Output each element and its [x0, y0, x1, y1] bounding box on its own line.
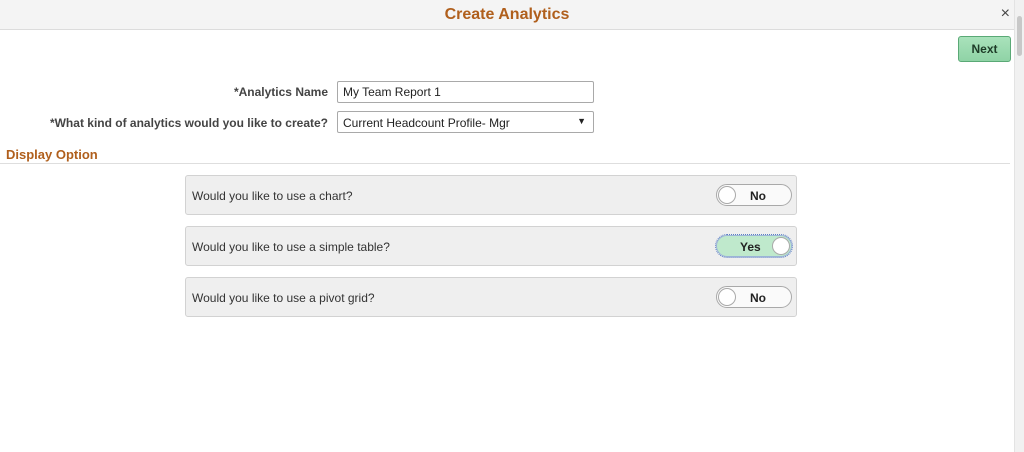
scrollbar-thumb[interactable]: [1017, 16, 1022, 56]
toggle-state: Yes: [740, 240, 761, 254]
dialog-title: Create Analytics: [444, 6, 570, 23]
chevron-down-icon: ▼: [577, 116, 586, 126]
toggle-state: No: [750, 291, 766, 305]
analytics-kind-label: *What kind of analytics would you like t…: [49, 116, 328, 130]
close-icon[interactable]: ×: [1001, 6, 1010, 22]
toggle-knob: [772, 237, 790, 255]
option-label-chart: Would you like to use a chart?: [192, 189, 353, 203]
analytics-name-input[interactable]: [337, 81, 594, 103]
section-divider: [0, 163, 1010, 164]
analytics-kind-select[interactable]: Current Headcount Profile- Mgr ▼: [337, 111, 594, 133]
toggle-state: No: [750, 189, 766, 203]
dialog-header: Create Analytics ×: [0, 0, 1014, 30]
option-row-simple-table: Would you like to use a simple table? Ye…: [185, 226, 797, 266]
section-title-display-option: Display Option: [6, 147, 98, 162]
next-button[interactable]: Next: [958, 36, 1011, 62]
option-row-chart: Would you like to use a chart? No: [185, 175, 797, 215]
simple-table-toggle[interactable]: Yes: [715, 234, 793, 258]
option-row-pivot-grid: Would you like to use a pivot grid? No: [185, 277, 797, 317]
pivot-grid-toggle[interactable]: No: [716, 286, 792, 308]
toggle-knob: [718, 288, 736, 306]
toggle-knob: [718, 186, 736, 204]
chart-toggle[interactable]: No: [716, 184, 792, 206]
analytics-kind-value: Current Headcount Profile- Mgr: [343, 116, 510, 130]
option-label-simple-table: Would you like to use a simple table?: [192, 240, 390, 254]
analytics-name-label: *Analytics Name: [233, 85, 328, 99]
option-label-pivot-grid: Would you like to use a pivot grid?: [192, 291, 375, 305]
scrollbar[interactable]: [1014, 0, 1024, 452]
